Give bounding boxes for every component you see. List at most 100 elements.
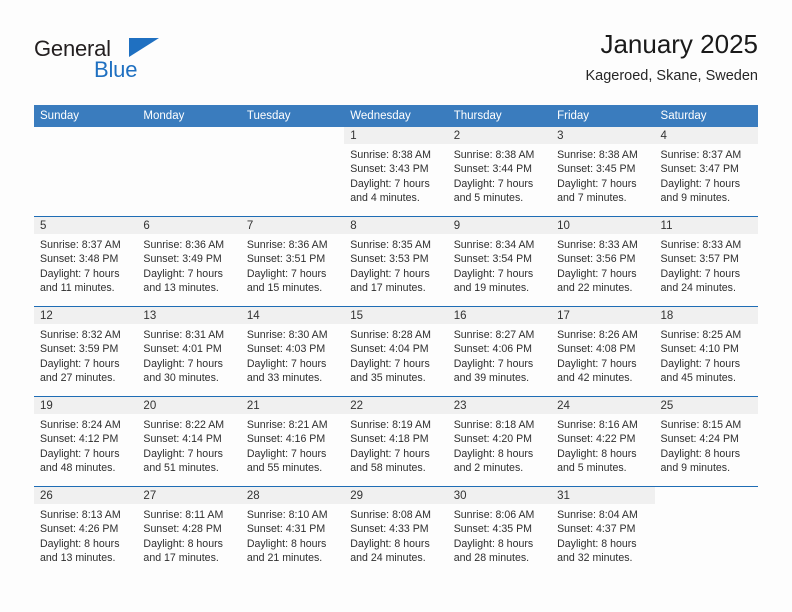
day-details: Sunrise: 8:24 AM Sunset: 4:12 PM Daylight:… bbox=[34, 414, 137, 475]
calendar-cell-day[interactable]: 11 Sunrise: 8:33 AM Sunset: 3:57 PM Dayligh… bbox=[654, 216, 758, 307]
day-cell-inner: 31 Sunrise: 8:04 AM Sunset: 4:37 PM Dayligh… bbox=[551, 487, 655, 576]
day-number: 1 bbox=[344, 127, 448, 144]
sunrise-text: Sunrise: 8:38 AM bbox=[557, 149, 638, 161]
calendar-cell-day[interactable]: 12 Sunrise: 8:32 AM Sunset: 3:59 PM Dayligh… bbox=[34, 306, 138, 397]
day-details: Sunrise: 8:04 AM Sunset: 4:37 PM Daylight:… bbox=[551, 504, 654, 565]
calendar-cell-day[interactable]: 8 Sunrise: 8:35 AM Sunset: 3:53 PM Daylight… bbox=[344, 216, 448, 307]
day-cell-inner: 27 Sunrise: 8:11 AM Sunset: 4:28 PM Dayligh… bbox=[137, 487, 241, 576]
calendar-cell-day[interactable]: 6 Sunrise: 8:36 AM Sunset: 3:49 PM Daylight… bbox=[137, 216, 241, 307]
calendar-cell-day[interactable]: 31 Sunrise: 8:04 AM Sunset: 4:37 PM Dayligh… bbox=[551, 486, 655, 576]
calendar-page: General Blue January 2025 Kageroed, Skan… bbox=[0, 0, 792, 612]
day-details: Sunrise: 8:26 AM Sunset: 4:08 PM Daylight:… bbox=[551, 324, 654, 385]
sunset-text: Sunset: 4:01 PM bbox=[143, 343, 222, 356]
sunrise-text: Sunrise: 8:06 AM bbox=[453, 509, 535, 521]
daylight-text-line2: and 5 minutes. bbox=[557, 461, 627, 474]
daylight-text-line2: and 4 minutes. bbox=[350, 191, 420, 204]
calendar-week-row: 1 Sunrise: 8:38 AM Sunset: 3:43 PM Daylight… bbox=[34, 127, 758, 217]
day-cell-inner: 8 Sunrise: 8:35 AM Sunset: 3:53 PM Daylight… bbox=[344, 217, 448, 306]
page-title: January 2025 bbox=[600, 29, 758, 59]
daylight-text-line2: and 24 minutes. bbox=[660, 281, 736, 294]
calendar-cell-day[interactable]: 13 Sunrise: 8:31 AM Sunset: 4:01 PM Dayligh… bbox=[137, 306, 241, 397]
sunrise-text: Sunrise: 8:26 AM bbox=[557, 329, 638, 341]
calendar-cell-day[interactable]: 1 Sunrise: 8:38 AM Sunset: 3:43 PM Daylight… bbox=[344, 127, 448, 217]
location-subtitle: Kageroed, Skane, Sweden bbox=[585, 68, 758, 84]
day-details: Sunrise: 8:16 AM Sunset: 4:22 PM Daylight:… bbox=[551, 414, 654, 475]
day-number bbox=[137, 127, 240, 144]
sunrise-text: Sunrise: 8:37 AM bbox=[660, 149, 742, 161]
daylight-text-line1: Daylight: 8 hours bbox=[453, 447, 534, 460]
calendar-cell-day[interactable]: 30 Sunrise: 8:06 AM Sunset: 4:35 PM Dayligh… bbox=[447, 486, 552, 576]
calendar-cell-day[interactable]: 18 Sunrise: 8:25 AM Sunset: 4:10 PM Dayligh… bbox=[654, 306, 758, 397]
daylight-text-line2: and 33 minutes. bbox=[246, 371, 323, 384]
calendar-cell-day[interactable]: 21 Sunrise: 8:21 AM Sunset: 4:16 PM Dayligh… bbox=[240, 396, 345, 487]
daylight-text-line1: Daylight: 7 hours bbox=[246, 447, 327, 460]
sunrise-text: Sunrise: 8:15 AM bbox=[660, 419, 742, 431]
daylight-text-line1: Daylight: 7 hours bbox=[453, 177, 534, 190]
sunrise-text: Sunrise: 8:30 AM bbox=[246, 329, 328, 341]
sunset-text: Sunset: 4:14 PM bbox=[143, 433, 222, 446]
calendar-cell-day[interactable]: 27 Sunrise: 8:11 AM Sunset: 4:28 PM Dayligh… bbox=[137, 486, 241, 576]
daylight-text-line2: and 48 minutes. bbox=[40, 461, 116, 474]
page-header: General Blue January 2025 Kageroed, Skan… bbox=[34, 28, 758, 100]
sunrise-text: Sunrise: 8:38 AM bbox=[453, 149, 535, 161]
sunrise-text: Sunrise: 8:27 AM bbox=[453, 329, 535, 341]
calendar-cell-day[interactable]: 9 Sunrise: 8:34 AM Sunset: 3:54 PM Daylight… bbox=[447, 216, 552, 307]
day-number: 22 bbox=[344, 397, 448, 414]
day-cell-inner: 15 Sunrise: 8:28 AM Sunset: 4:04 PM Dayligh… bbox=[344, 307, 448, 396]
day-cell-inner: 7 Sunrise: 8:36 AM Sunset: 3:51 PM Daylight… bbox=[240, 217, 345, 306]
daylight-text-line2: and 9 minutes. bbox=[660, 191, 731, 204]
calendar-cell-day[interactable]: 28 Sunrise: 8:10 AM Sunset: 4:31 PM Dayligh… bbox=[240, 486, 345, 576]
sunrise-text: Sunrise: 8:38 AM bbox=[350, 149, 431, 161]
day-details: Sunrise: 8:37 AM Sunset: 3:47 PM Daylight:… bbox=[655, 144, 758, 205]
daylight-text-line1: Daylight: 8 hours bbox=[40, 537, 120, 550]
day-details: Sunrise: 8:37 AM Sunset: 3:48 PM Daylight:… bbox=[34, 234, 137, 295]
calendar-cell-day[interactable]: 14 Sunrise: 8:30 AM Sunset: 4:03 PM Dayligh… bbox=[240, 306, 345, 397]
daylight-text-line2: and 35 minutes. bbox=[350, 371, 426, 384]
calendar-cell-day[interactable]: 26 Sunrise: 8:13 AM Sunset: 4:26 PM Dayligh… bbox=[34, 486, 138, 576]
calendar-cell-day[interactable]: 7 Sunrise: 8:36 AM Sunset: 3:51 PM Daylight… bbox=[240, 216, 345, 307]
calendar-cell-day[interactable]: 19 Sunrise: 8:24 AM Sunset: 4:12 PM Dayligh… bbox=[34, 396, 138, 487]
daylight-text-line2: and 15 minutes. bbox=[246, 281, 323, 294]
calendar-cell-empty bbox=[241, 127, 344, 217]
calendar-cell-day[interactable]: 22 Sunrise: 8:19 AM Sunset: 4:18 PM Dayligh… bbox=[344, 396, 448, 487]
sunrise-text: Sunrise: 8:08 AM bbox=[350, 509, 431, 521]
sunrise-text: Sunrise: 8:04 AM bbox=[557, 509, 638, 521]
calendar-cell-day[interactable]: 16 Sunrise: 8:27 AM Sunset: 4:06 PM Dayligh… bbox=[447, 306, 552, 397]
daylight-text-line1: Daylight: 8 hours bbox=[350, 537, 430, 550]
calendar-cell-day[interactable]: 10 Sunrise: 8:33 AM Sunset: 3:56 PM Dayligh… bbox=[551, 216, 655, 307]
calendar-cell-day[interactable]: 5 Sunrise: 8:37 AM Sunset: 3:48 PM Daylight… bbox=[34, 216, 138, 307]
calendar-cell-day[interactable]: 29 Sunrise: 8:08 AM Sunset: 4:33 PM Dayligh… bbox=[344, 486, 448, 576]
daylight-text-line1: Daylight: 7 hours bbox=[453, 357, 534, 370]
day-number: 27 bbox=[137, 487, 241, 504]
calendar-cell-day[interactable]: 15 Sunrise: 8:28 AM Sunset: 4:04 PM Dayligh… bbox=[344, 306, 448, 397]
calendar-cell-day[interactable]: 2 Sunrise: 8:38 AM Sunset: 3:44 PM Daylight… bbox=[447, 127, 552, 217]
daylight-text-line2: and 9 minutes. bbox=[660, 461, 731, 474]
calendar-cell-day[interactable]: 17 Sunrise: 8:26 AM Sunset: 4:08 PM Dayligh… bbox=[551, 306, 655, 397]
daylight-text-line1: Daylight: 8 hours bbox=[246, 537, 327, 550]
day-details: Sunrise: 8:28 AM Sunset: 4:04 PM Daylight:… bbox=[344, 324, 447, 385]
calendar-cell-day[interactable]: 24 Sunrise: 8:16 AM Sunset: 4:22 PM Dayligh… bbox=[551, 396, 655, 487]
sunrise-text: Sunrise: 8:10 AM bbox=[246, 509, 328, 521]
sunset-text: Sunset: 4:06 PM bbox=[453, 343, 533, 356]
daylight-text-line1: Daylight: 7 hours bbox=[40, 267, 120, 280]
sunrise-text: Sunrise: 8:31 AM bbox=[143, 329, 225, 341]
calendar-cell-day[interactable]: 23 Sunrise: 8:18 AM Sunset: 4:20 PM Dayligh… bbox=[447, 396, 552, 487]
day-details: Sunrise: 8:19 AM Sunset: 4:18 PM Daylight:… bbox=[344, 414, 447, 475]
day-number: 30 bbox=[447, 487, 552, 504]
weekday-header-tuesday: Tuesday bbox=[240, 105, 345, 127]
day-details: Sunrise: 8:38 AM Sunset: 3:45 PM Daylight:… bbox=[551, 144, 654, 205]
calendar-cell-day[interactable]: 25 Sunrise: 8:15 AM Sunset: 4:24 PM Dayligh… bbox=[654, 396, 758, 487]
calendar-cell-day[interactable]: 20 Sunrise: 8:22 AM Sunset: 4:14 PM Dayligh… bbox=[137, 396, 241, 487]
calendar-week-row: 12 Sunrise: 8:32 AM Sunset: 3:59 PM Dayligh… bbox=[34, 306, 758, 397]
day-cell-inner: 13 Sunrise: 8:31 AM Sunset: 4:01 PM Dayligh… bbox=[137, 307, 241, 396]
day-details: Sunrise: 8:18 AM Sunset: 4:20 PM Daylight:… bbox=[448, 414, 551, 475]
sunrise-text: Sunrise: 8:32 AM bbox=[40, 329, 121, 341]
sunset-text: Sunset: 4:33 PM bbox=[350, 523, 429, 536]
calendar-cell-day[interactable]: 4 Sunrise: 8:37 AM Sunset: 3:47 PM Daylight… bbox=[654, 127, 758, 217]
calendar-cell-day[interactable]: 3 Sunrise: 8:38 AM Sunset: 3:45 PM Daylight… bbox=[551, 127, 655, 217]
day-cell-inner: 18 Sunrise: 8:25 AM Sunset: 4:10 PM Dayligh… bbox=[654, 307, 758, 396]
daylight-text-line1: Daylight: 7 hours bbox=[660, 267, 741, 280]
weekday-header-thursday: Thursday bbox=[447, 105, 552, 127]
day-details: Sunrise: 8:11 AM Sunset: 4:28 PM Daylight:… bbox=[137, 504, 240, 565]
day-cell-inner: 16 Sunrise: 8:27 AM Sunset: 4:06 PM Dayligh… bbox=[447, 307, 552, 396]
